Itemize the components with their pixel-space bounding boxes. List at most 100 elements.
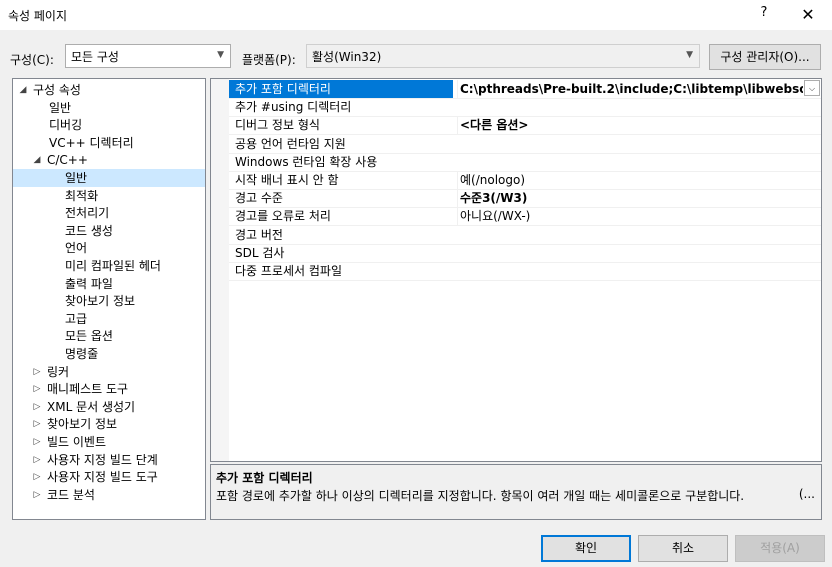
expand-icon[interactable]: ▷ <box>31 380 43 398</box>
property-name: 경고를 오류로 처리 <box>235 209 331 224</box>
chevron-down-icon: ▼ <box>686 50 693 60</box>
property-name: 추가 포함 디렉터리 <box>229 80 453 98</box>
tree-item[interactable]: ▷ 찾아보기 정보 <box>13 415 205 433</box>
property-row[interactable]: 공용 언어 런타임 지원 <box>229 135 821 154</box>
description-more: (... <box>798 487 815 501</box>
expand-icon[interactable]: ▷ <box>31 486 43 504</box>
property-name: Windows 런타임 확장 사용 <box>235 154 378 169</box>
tree-item[interactable]: 고급 <box>13 310 205 328</box>
tree-item-label: 찾아보기 정보 <box>47 417 118 432</box>
property-name: SDL 검사 <box>235 245 285 260</box>
tree-item[interactable]: ◢ 구성 속성 <box>13 81 205 99</box>
description-panel: 추가 포함 디렉터리 포함 경로에 추가할 하나 이상의 디렉터리를 지정합니다… <box>210 464 822 520</box>
tree-item-label: XML 문서 생성기 <box>47 399 136 414</box>
tree-item-label: 일반 <box>65 171 88 185</box>
close-button[interactable]: ✕ <box>790 3 826 27</box>
tree-item-label: 출력 파일 <box>65 276 113 291</box>
tree-item-label: 사용자 지정 빌드 단계 <box>47 452 158 467</box>
tree-item-label: 사용자 지정 빌드 도구 <box>47 470 158 485</box>
tree-item[interactable]: 전처리기 <box>13 204 205 222</box>
property-row[interactable]: 디버그 정보 형식 <다른 옵션> <box>229 116 821 136</box>
tree-item[interactable]: ▷ 사용자 지정 빌드 단계 <box>13 451 205 469</box>
description-text: 포함 경로에 추가할 하나 이상의 디렉터리를 지정합니다. 항목이 여러 개일… <box>216 489 745 503</box>
tree-item[interactable]: ▷ 코드 분석 <box>13 486 205 504</box>
property-grid[interactable]: 추가 포함 디렉터리 C:\pthreads\Pre-built.2\includ… <box>210 78 822 462</box>
tree-item-label: 명령줄 <box>65 347 99 361</box>
expand-icon[interactable]: ▷ <box>31 468 43 486</box>
tree-item[interactable]: 찾아보기 정보 <box>13 292 205 310</box>
grid-gutter <box>211 79 229 461</box>
tree-item[interactable]: 최적화 <box>13 187 205 205</box>
tree-item[interactable]: ◢ C/C++ <box>13 151 205 169</box>
tree-item[interactable]: 언어 <box>13 239 205 257</box>
property-row[interactable]: 경고를 오류로 처리 아니요(/WX-) <box>229 207 821 227</box>
property-row[interactable]: 다중 프로세서 컴파일 <box>229 262 821 281</box>
help-button[interactable]: ? <box>752 5 776 25</box>
tree-item-label: 링커 <box>47 364 70 379</box>
property-row[interactable]: 시작 배너 표시 안 함 예(/nologo) <box>229 171 821 190</box>
tree-item[interactable]: 디버깅 <box>13 116 205 134</box>
tree-item-label: 미리 컴파일된 헤더 <box>65 259 161 273</box>
tree-item[interactable]: VC++ 디렉터리 <box>13 134 205 152</box>
property-name: 추가 #using 디렉터리 <box>235 100 352 115</box>
ok-button[interactable]: 확인 <box>541 535 631 562</box>
tree-item-label: 고급 <box>65 311 88 326</box>
tree-item[interactable]: ▷ 사용자 지정 빌드 도구 <box>13 468 205 486</box>
tree-item-label: C/C++ <box>47 153 88 168</box>
config-select-value: 모든 구성 <box>71 50 119 64</box>
property-row[interactable]: 경고 버전 <box>229 226 821 245</box>
dropdown-arrow-icon[interactable]: ⌵ <box>804 80 820 96</box>
platform-label: 플랫폼(P): <box>242 53 296 67</box>
cancel-button[interactable]: 취소 <box>638 535 728 562</box>
property-tree[interactable]: ◢ 구성 속성 일반 디버깅 VC++ 디렉터리 ◢ C/C++ 일반 최적화 전처리기 코드 생성… <box>12 78 206 520</box>
tree-item-label: 구성 속성 <box>33 83 81 97</box>
property-row[interactable]: 경고 수준 수준3(/W3) <box>229 189 821 209</box>
property-value[interactable]: C:\pthreads\Pre-built.2\include;C:\libte… <box>457 80 803 98</box>
tree-item-label: 코드 분석 <box>47 487 95 502</box>
config-select[interactable]: 모든 구성 ▼ <box>65 44 231 68</box>
expand-icon[interactable]: ▷ <box>31 433 43 451</box>
config-manager-button[interactable]: 구성 관리자(O)... <box>709 44 821 70</box>
platform-select[interactable]: 활성(Win32) ▼ <box>306 44 700 68</box>
apply-button[interactable]: 적용(A) <box>735 535 825 562</box>
property-row[interactable]: Windows 런타임 확장 사용 <box>229 153 821 172</box>
tree-item-label: 모든 옵션 <box>65 329 113 344</box>
tree-item[interactable]: 일반 <box>13 99 205 117</box>
tree-item[interactable]: ▷ 링커 <box>13 363 205 381</box>
tree-item-label: 디버깅 <box>49 118 83 133</box>
property-value[interactable]: 아니요(/WX-) <box>457 207 821 226</box>
tree-item-label: 일반 <box>49 100 72 115</box>
property-name: 시작 배너 표시 안 함 <box>235 173 339 187</box>
tree-item[interactable]: 모든 옵션 <box>13 327 205 345</box>
tree-item[interactable]: 코드 생성 <box>13 222 205 240</box>
property-row[interactable]: 추가 포함 디렉터리 C:\pthreads\Pre-built.2\includ… <box>229 80 821 99</box>
tree-item[interactable]: ▷ 빌드 이벤트 <box>13 433 205 451</box>
property-value[interactable]: 예(/nologo) <box>457 171 821 189</box>
tree-item[interactable]: 미리 컴파일된 헤더 <box>13 257 205 275</box>
property-name: 경고 버전 <box>235 227 283 242</box>
property-name: 다중 프로세서 컴파일 <box>235 264 342 278</box>
tree-item[interactable]: 명령줄 <box>13 345 205 363</box>
property-name: 디버그 정보 형식 <box>235 118 320 133</box>
tree-item-label: 찾아보기 정보 <box>65 294 136 309</box>
expand-icon[interactable]: ▷ <box>31 415 43 433</box>
tree-item-label: 빌드 이벤트 <box>47 435 107 449</box>
tree-item[interactable]: ▷ 매니페스트 도구 <box>13 380 205 398</box>
expand-icon[interactable]: ▷ <box>31 398 43 416</box>
tree-item-label: 코드 생성 <box>65 223 113 238</box>
platform-select-value: 활성(Win32) <box>312 50 382 64</box>
expand-icon[interactable]: ▷ <box>31 451 43 469</box>
tree-item-label: 전처리기 <box>65 206 110 221</box>
property-value[interactable]: 수준3(/W3) <box>457 189 821 208</box>
tree-item[interactable]: 출력 파일 <box>13 275 205 293</box>
chevron-down-icon: ▼ <box>217 50 224 60</box>
property-row[interactable]: SDL 검사 <box>229 244 821 263</box>
property-value[interactable]: <다른 옵션> <box>457 116 821 135</box>
expand-icon[interactable]: ▷ <box>31 363 43 381</box>
collapse-icon[interactable]: ◢ <box>17 81 29 99</box>
property-row[interactable]: 추가 #using 디렉터리 <box>229 98 821 118</box>
tree-item[interactable]: 일반 <box>13 169 205 187</box>
title-bar: 속성 페이지 ? ✕ <box>0 0 832 30</box>
collapse-icon[interactable]: ◢ <box>31 151 43 169</box>
tree-item[interactable]: ▷ XML 문서 생성기 <box>13 398 205 416</box>
